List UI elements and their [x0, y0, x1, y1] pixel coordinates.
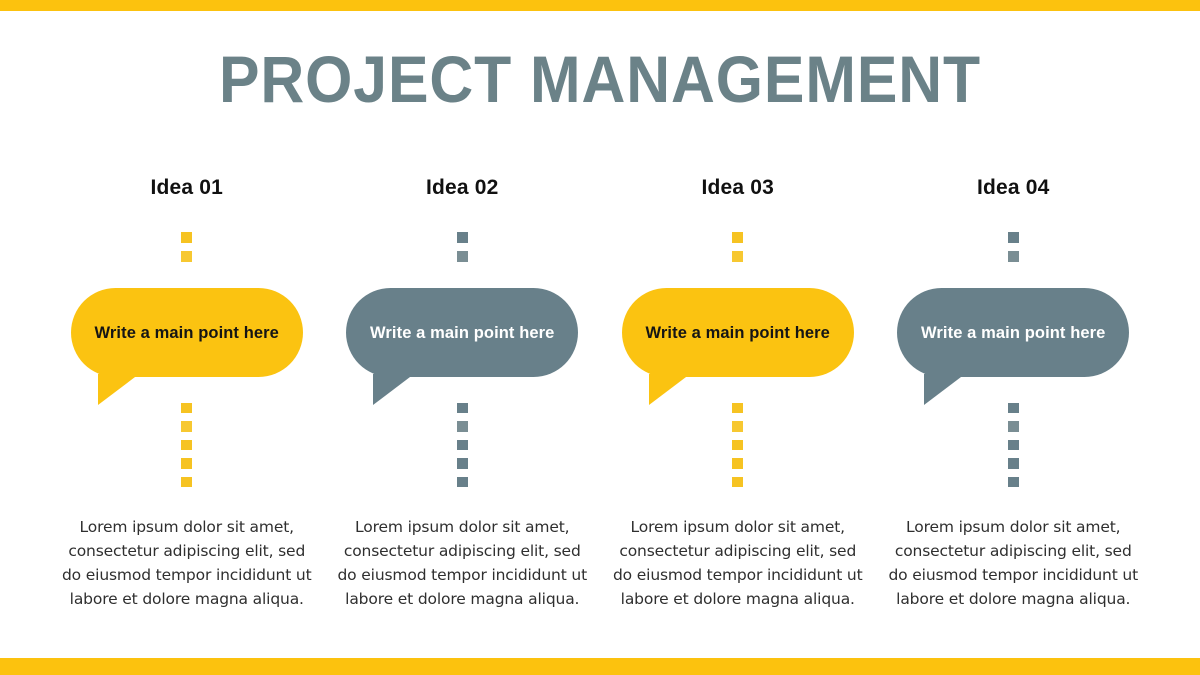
speech-bubble-wrap-01[interactable]: Write a main point here [70, 288, 303, 405]
dot-square [181, 251, 193, 262]
speech-bubble-wrap-03[interactable]: Write a main point here [621, 288, 854, 405]
dot-stack-bottom-02 [456, 403, 468, 495]
dot-square [1007, 476, 1019, 488]
idea-label-01: Idea 01 [150, 176, 224, 199]
slide-canvas: PROJECT MANAGEMENT Idea 01 Write a main … [0, 0, 1200, 675]
dot-stack-top-02 [456, 232, 468, 274]
top-accent-bar [0, 0, 1200, 11]
idea-label-04: Idea 04 [976, 176, 1050, 199]
dot-square [181, 476, 193, 488]
page-title: PROJECT MANAGEMENT [218, 42, 982, 116]
speech-bubble-tail-icon [373, 374, 415, 405]
speech-bubble-text-03: Write a main point here [645, 323, 830, 342]
dot-square [1007, 251, 1019, 262]
idea-body-04: Lorem ipsum dolor sit amet, consectetur … [888, 518, 1139, 608]
speech-bubble-wrap-04[interactable]: Write a main point here [897, 288, 1130, 405]
idea-label-03: Idea 03 [701, 176, 775, 199]
speech-bubble-text-02: Write a main point here [370, 323, 555, 342]
dot-square [456, 476, 468, 488]
idea-label-02: Idea 02 [425, 176, 499, 199]
idea-column-04[interactable]: Idea 04 Write a main point here Lorem ip… [876, 160, 1152, 630]
speech-bubble-text-01: Write a main point here [94, 323, 279, 342]
dot-square [732, 458, 744, 469]
idea-body-03: Lorem ipsum dolor sit amet, consectetur … [612, 518, 863, 608]
dot-square [456, 458, 468, 469]
dot-square [181, 232, 193, 243]
speech-bubble-tail-icon [924, 374, 966, 405]
dot-square [732, 421, 744, 432]
dot-square [181, 421, 193, 432]
dot-square [456, 403, 468, 414]
idea-columns: Idea 01 Write a main point here Lorem ip… [49, 160, 1151, 630]
speech-bubble-wrap-02[interactable]: Write a main point here [346, 288, 579, 405]
dot-square [732, 476, 744, 488]
dot-square [732, 232, 744, 243]
dot-square [181, 458, 193, 469]
idea-column-03[interactable]: Idea 03 Write a main point here Lorem ip… [600, 160, 876, 630]
dot-stack-bottom-01 [181, 403, 193, 495]
speech-bubble-tail-icon [97, 374, 139, 405]
speech-bubble-03[interactable]: Write a main point here [621, 288, 854, 377]
dot-square [181, 403, 193, 414]
idea-body-01: Lorem ipsum dolor sit amet, consectetur … [61, 518, 312, 608]
idea-column-02[interactable]: Idea 02 Write a main point here Lorem ip… [325, 160, 601, 630]
dot-square [732, 251, 744, 262]
dot-square [181, 439, 193, 451]
speech-bubble-02[interactable]: Write a main point here [346, 288, 579, 377]
speech-bubble-04[interactable]: Write a main point here [897, 288, 1130, 377]
idea-column-01[interactable]: Idea 01 Write a main point here Lorem ip… [49, 160, 325, 630]
dot-square [456, 421, 468, 432]
dot-square [1007, 421, 1019, 432]
dot-square [732, 439, 744, 451]
speech-bubble-text-04: Write a main point here [921, 323, 1106, 342]
dot-square [732, 403, 744, 414]
speech-bubble-tail-icon [648, 374, 690, 405]
dot-square [1007, 232, 1019, 243]
dot-square [1007, 439, 1019, 451]
dot-stack-top-01 [181, 232, 193, 274]
dot-square [1007, 403, 1019, 414]
dot-stack-top-04 [1007, 232, 1019, 274]
bottom-accent-bar [0, 658, 1200, 675]
dot-stack-bottom-04 [1007, 403, 1019, 495]
dot-square [456, 232, 468, 243]
dot-stack-top-03 [732, 232, 744, 274]
idea-body-02: Lorem ipsum dolor sit amet, consectetur … [337, 518, 588, 608]
dot-square [456, 251, 468, 262]
dot-stack-bottom-03 [732, 403, 744, 495]
speech-bubble-01[interactable]: Write a main point here [70, 288, 303, 377]
dot-square [1007, 458, 1019, 469]
dot-square [456, 439, 468, 451]
